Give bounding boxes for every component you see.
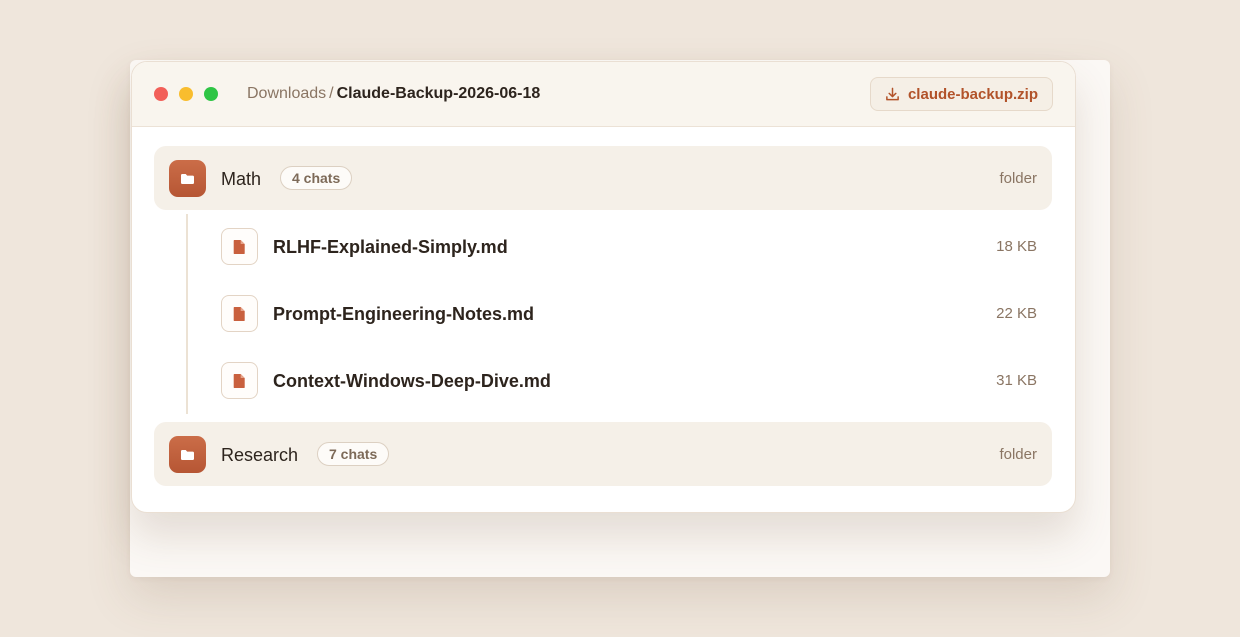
title-bar: Downloads / Claude-Backup-2026-06-18 claud…: [132, 62, 1075, 127]
breadcrumb-root[interactable]: Downloads: [247, 85, 326, 102]
download-zip-label: claude-backup.zip: [907, 85, 1038, 103]
file-icon: [221, 228, 258, 265]
file-icon: [221, 295, 258, 332]
close-window-button[interactable]: [154, 87, 168, 101]
folder-name: Research: [221, 445, 299, 465]
breadcrumb: Downloads / Claude-Backup-2026-06-18: [247, 85, 540, 103]
file-row[interactable]: RLHF-Explained-Simply.md 18 KB: [188, 214, 1052, 281]
minimize-window-button[interactable]: [179, 87, 193, 101]
chat-count-badge: 7 chats: [317, 442, 390, 466]
file-icon: [221, 362, 258, 399]
folder-icon: [169, 436, 206, 473]
folder-children-math: RLHF-Explained-Simply.md 18 KB Prompt-En…: [186, 214, 1052, 414]
folder-row-math[interactable]: Math 4 chats folder: [154, 146, 1052, 210]
item-type-label: folder: [999, 446, 1037, 463]
breadcrumb-current: Claude-Backup-2026-06-18: [336, 85, 541, 102]
file-size: 18 KB: [996, 238, 1037, 255]
breadcrumb-separator: /: [329, 85, 334, 102]
file-name: Context-Windows-Deep-Dive.md: [273, 371, 551, 391]
folder-row-research[interactable]: Research 7 chats folder: [154, 422, 1052, 486]
download-zip-button[interactable]: claude-backup.zip: [869, 77, 1053, 111]
finder-window: Downloads / Claude-Backup-2026-06-18 claud…: [131, 61, 1076, 513]
file-row[interactable]: Context-Windows-Deep-Dive.md 31 KB: [188, 348, 1052, 415]
file-list: Math 4 chats folder RLHF-Explained-Simpl…: [154, 146, 1052, 486]
download-icon: [885, 87, 900, 102]
folder-name: Math: [221, 169, 262, 189]
folder-icon: [169, 160, 206, 197]
zoom-window-button[interactable]: [204, 87, 218, 101]
chat-count-badge: 4 chats: [280, 166, 353, 190]
item-type-label: folder: [999, 170, 1037, 187]
file-name: Prompt-Engineering-Notes.md: [273, 304, 535, 324]
file-name: RLHF-Explained-Simply.md: [273, 237, 508, 257]
file-row[interactable]: Prompt-Engineering-Notes.md 22 KB: [188, 281, 1052, 348]
file-size: 22 KB: [996, 305, 1037, 322]
file-size: 31 KB: [996, 372, 1037, 389]
